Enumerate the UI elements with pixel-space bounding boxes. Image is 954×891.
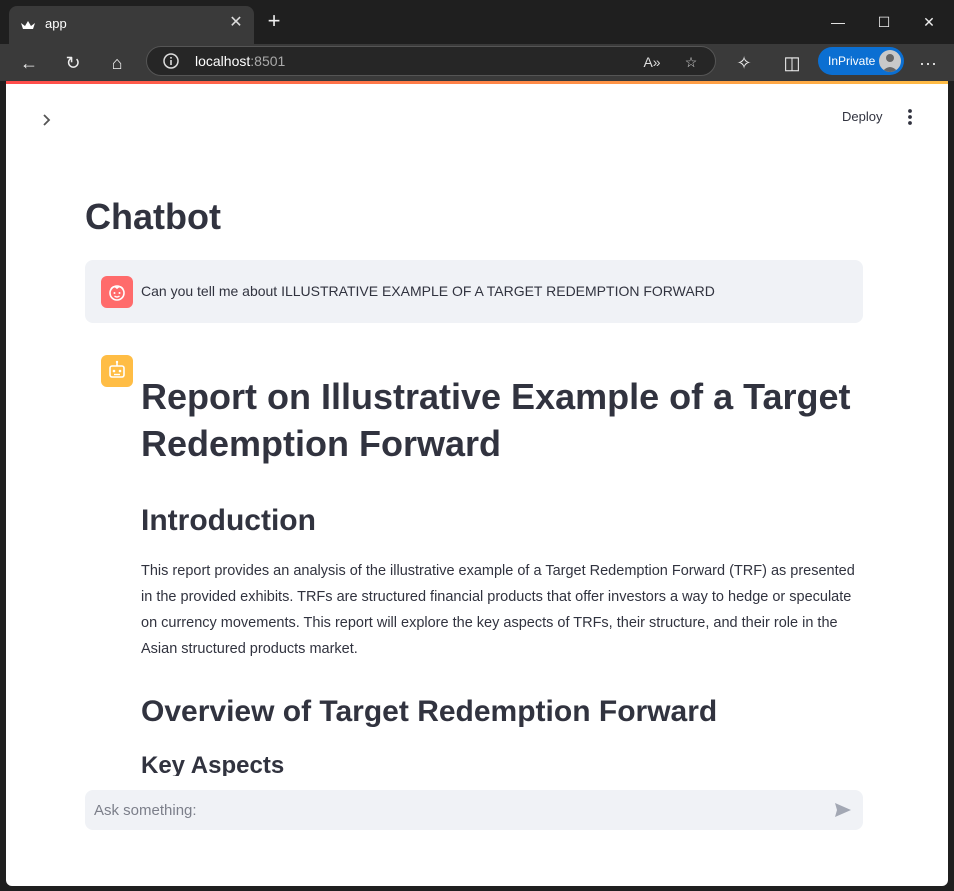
back-icon[interactable]: ← [15,49,43,77]
new-tab-icon[interactable]: + [262,10,286,34]
address-port: :8501 [250,53,286,69]
refresh-icon[interactable]: ↻ [59,49,87,77]
user-avatar-icon [101,276,133,308]
address-bar[interactable]: localhost:8501 A» ☆ [146,46,716,76]
favorite-star-icon[interactable]: ☆ [681,52,701,72]
browser-toolbar: ← ↻ ⌂ localhost:8501 A» ☆ ✧ ◫ InPrivate … [0,44,954,81]
key-aspects-heading: Key Aspects [141,752,285,776]
extensions-icon[interactable]: ✧ [730,49,758,77]
page-title: Chatbot [85,196,221,237]
streamlit-favicon-icon [21,21,35,29]
sidebar-expand-chevron-icon[interactable] [38,111,56,129]
more-icon[interactable]: ··· [914,49,942,77]
maximize-icon[interactable]: ☐ [861,8,907,36]
overview-heading: Overview of Target Redemption Forward [141,695,718,728]
main-menu-icon[interactable] [904,107,916,127]
report-heading: Report on Illustrative Example of a Targ… [141,376,851,464]
chat-input-container [85,790,863,830]
tab-close-icon[interactable]: ✕ [226,13,246,33]
browser-tab[interactable]: app ✕ [9,6,254,44]
info-icon[interactable] [163,53,179,69]
minimize-icon[interactable]: — [815,8,861,36]
home-icon[interactable]: ⌂ [103,49,131,77]
address-host: localhost [195,53,251,69]
assistant-avatar-icon [101,355,133,387]
inprivate-label: InPrivate [828,54,876,68]
inprivate-badge[interactable]: InPrivate [818,47,904,75]
introduction-heading: Introduction [141,504,316,537]
chat-input[interactable] [85,790,823,830]
read-aloud-icon[interactable]: A» [642,52,662,72]
assistant-message: Report on Illustrative Example of a Targ… [141,373,863,776]
close-window-icon[interactable]: ✕ [906,8,952,36]
main-content: Chatbot Can you tell me about ILLUSTRATI… [85,81,863,776]
user-message: Can you tell me about ILLUSTRATIVE EXAMP… [85,260,863,323]
page-viewport: Deploy Chatbot Can you tell me about ILL… [6,81,948,886]
tab-title: app [45,16,67,31]
split-screen-icon[interactable]: ◫ [778,49,806,77]
introduction-paragraph: This report provides an analysis of the … [141,563,855,657]
address-text[interactable]: localhost:8501 [195,53,285,69]
user-message-text: Can you tell me about ILLUSTRATIVE EXAMP… [141,283,715,299]
browser-titlebar: app ✕ + — ☐ ✕ [0,0,954,44]
send-icon[interactable] [833,800,853,820]
profile-avatar [879,50,901,72]
